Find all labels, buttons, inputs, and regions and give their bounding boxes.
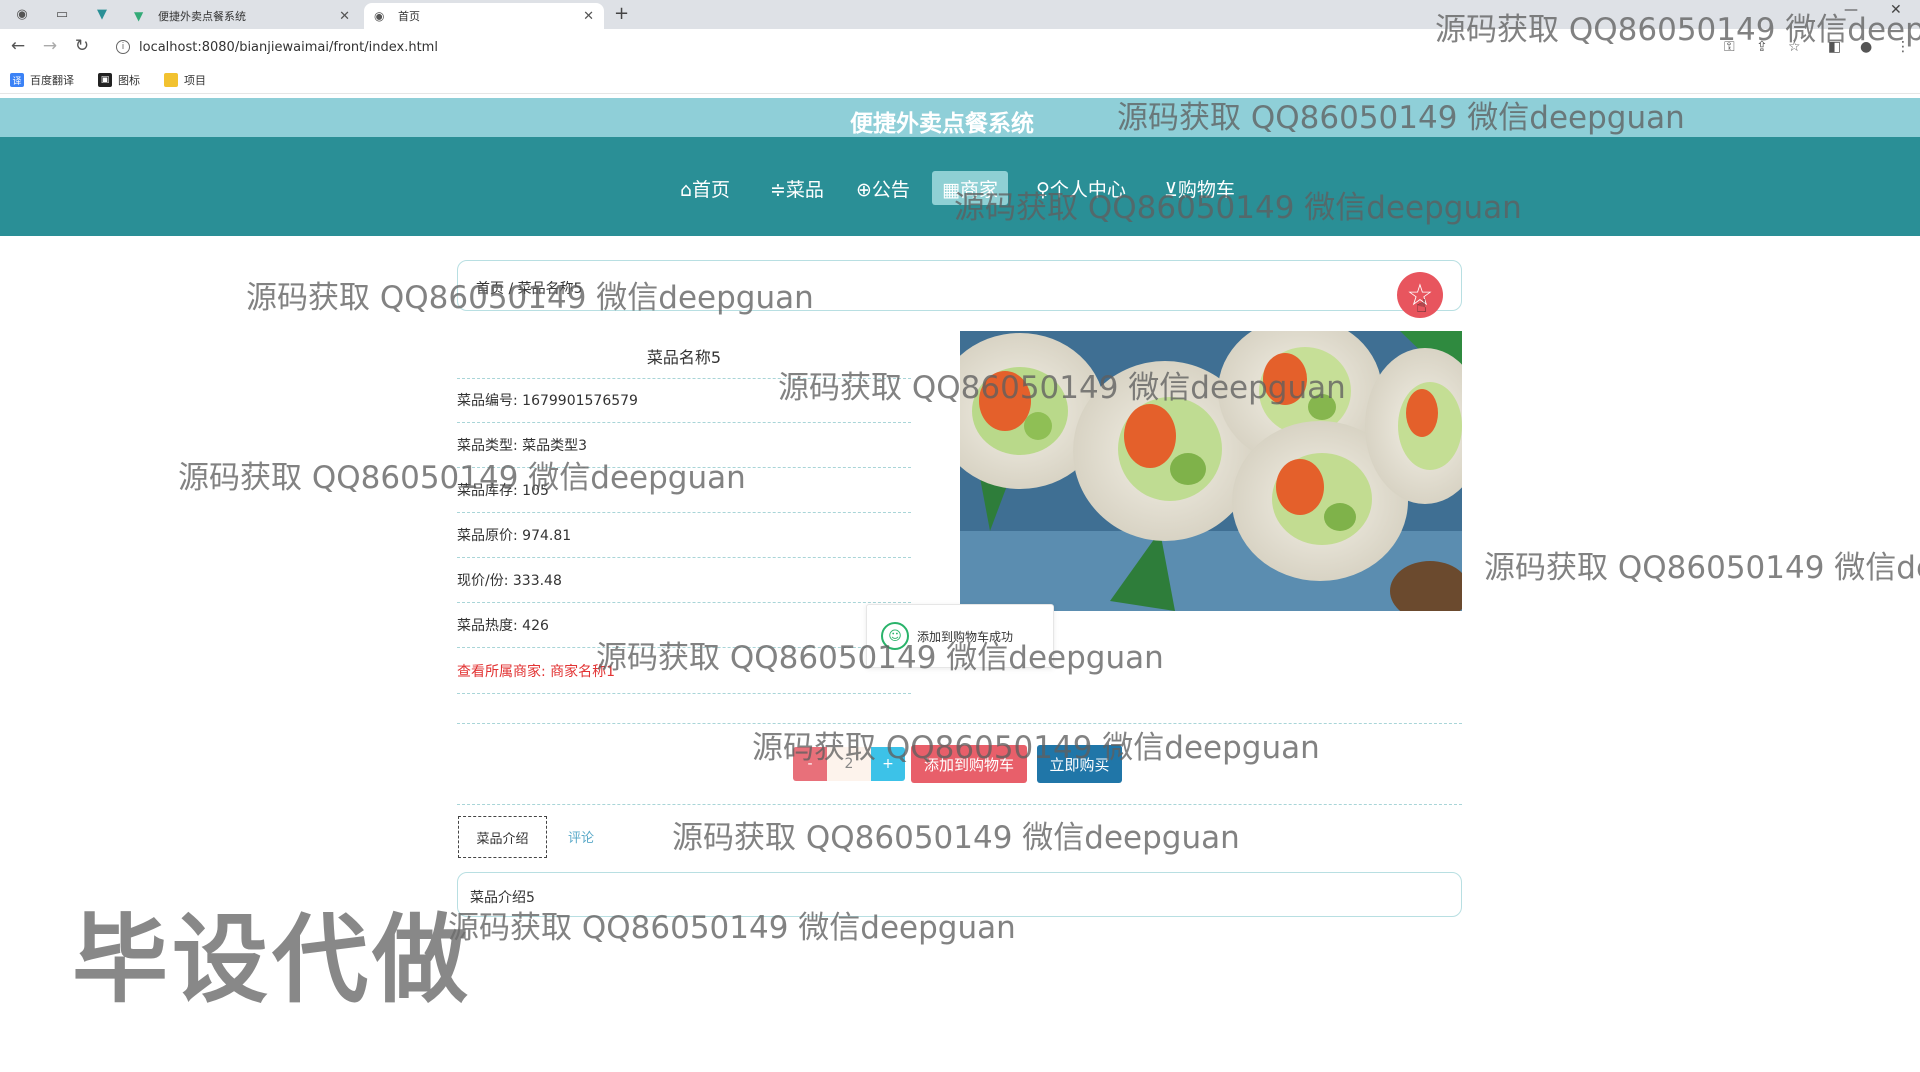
nav-user-center[interactable]: ♀个人中心 — [1026, 171, 1136, 205]
dish-original-price-row: 菜品原价: 974.81 — [457, 513, 911, 558]
dish-current-price-row: 现价/份: 333.48 — [457, 558, 911, 603]
dish-stock-row: 菜品库存: 105 — [457, 468, 911, 513]
site-title: 便捷外卖点餐系统 — [850, 111, 1034, 137]
watermark-big-text: 毕设代做 — [72, 904, 472, 1016]
success-toast: ☺ 添加到购物车成功 — [866, 604, 1054, 668]
new-tab-button[interactable]: + — [614, 3, 629, 24]
profile-icon[interactable]: ● — [1860, 39, 1872, 55]
browser-tab[interactable]: ▼ 便捷外卖点餐系统 ✕ — [124, 3, 360, 29]
hand-cursor-icon: ☝ — [1416, 296, 1427, 317]
dish-description: 菜品介绍5 — [457, 872, 1462, 917]
share-icon[interactable]: ⇪ — [1756, 39, 1768, 55]
translate-icon: 译 — [10, 73, 24, 87]
breadcrumb-text[interactable]: 首页 / 菜品名称5 — [476, 278, 583, 298]
vue-logo-icon: ▼ — [134, 9, 144, 23]
browser-tab-strip: ◉ ▭ ▼ ▼ 便捷外卖点餐系统 ✕ ◉ 首页 ✕ + — ✕ — [0, 0, 1920, 29]
info-icon[interactable]: i — [116, 40, 130, 54]
tab-reviews[interactable]: 评论 — [568, 827, 594, 846]
breadcrumb: 首页 / 菜品名称5 — [457, 260, 1462, 311]
dish-photo — [960, 331, 1462, 611]
reload-icon[interactable]: ↻ — [70, 36, 94, 56]
vue-tab-icon[interactable]: ▼ — [90, 3, 114, 25]
pinned-tab-icon[interactable]: ▭ — [50, 3, 74, 25]
close-window-icon[interactable]: ✕ — [1890, 2, 1902, 18]
watermark-text: 源码获取 QQ86050149 微信deepguan — [672, 820, 1240, 856]
nav-dishes[interactable]: ≑菜品 — [760, 171, 834, 205]
divider — [457, 804, 1462, 805]
sidepanel-icon[interactable]: ◧ — [1828, 39, 1841, 55]
add-to-cart-button[interactable]: 添加到购物车 — [911, 745, 1027, 783]
key-icon[interactable]: ⚿ — [1724, 39, 1735, 55]
site-header: 便捷外卖点餐系统 — [0, 98, 1920, 137]
star-bookmark-icon[interactable]: ☆ — [1788, 39, 1801, 55]
url-field[interactable]: i localhost:8080/bianjiewaimai/front/ind… — [106, 34, 1726, 60]
toast-message: 添加到购物车成功 — [917, 629, 1014, 644]
dish-heat-row: 菜品热度: 426 — [457, 603, 911, 648]
close-tab-icon[interactable]: ✕ — [339, 9, 350, 24]
globe-icon: ◉ — [374, 9, 385, 23]
main-nav: ⌂首页 ≑菜品 ⊕公告 ▦商家 ♀个人中心 ⊻购物车 — [0, 137, 1920, 236]
nav-merchants[interactable]: ▦商家 — [932, 171, 1008, 205]
image-icon: ▣ — [98, 73, 112, 87]
tab-dish-intro[interactable]: 菜品介绍 — [458, 816, 547, 858]
smile-check-icon: ☺ — [881, 622, 909, 650]
browser-menu-icon[interactable]: ◉ — [10, 3, 34, 25]
watermark-text: 源码获取 QQ86050149 微信deepguan — [1484, 550, 1920, 586]
quantity-minus-button[interactable]: - — [793, 747, 827, 781]
bookmark-item[interactable]: ▣ 图标 — [98, 72, 140, 88]
divider — [457, 723, 1462, 724]
nav-notices[interactable]: ⊕公告 — [846, 171, 920, 205]
bookmark-label: 百度翻译 — [30, 74, 74, 87]
buy-now-button[interactable]: 立即购买 — [1037, 745, 1122, 783]
nav-cart[interactable]: ⊻购物车 — [1154, 171, 1245, 205]
bookmark-label: 图标 — [118, 74, 140, 87]
nav-home[interactable]: ⌂首页 — [670, 171, 740, 205]
merchant-link[interactable]: 查看所属商家: 商家名称1 — [457, 648, 911, 694]
forward-arrow-icon[interactable]: → — [38, 36, 62, 56]
quantity-plus-button[interactable]: + — [871, 747, 905, 781]
tab-title: 便捷外卖点餐系统 — [158, 10, 246, 23]
tab-title: 首页 — [398, 10, 420, 23]
bookmark-item[interactable]: 项目 — [164, 72, 206, 88]
dish-id-row: 菜品编号: 1679901576579 — [457, 378, 911, 423]
dish-title: 菜品名称5 — [646, 348, 722, 367]
folder-icon — [164, 73, 178, 87]
more-menu-icon[interactable]: ⋮ — [1896, 39, 1910, 55]
quantity-input[interactable]: 2 — [827, 747, 871, 781]
bookmarks-bar: 译 百度翻译 ▣ 图标 项目 — [0, 65, 1920, 94]
minimize-icon[interactable]: — — [1844, 2, 1858, 18]
dish-type-row: 菜品类型: 菜品类型3 — [457, 423, 911, 468]
bookmark-label: 项目 — [184, 74, 206, 87]
address-bar-row: ← → ↻ i localhost:8080/bianjiewaimai/fro… — [0, 29, 1920, 65]
url-text: localhost:8080/bianjiewaimai/front/index… — [139, 39, 438, 55]
bookmark-item[interactable]: 译 百度翻译 — [10, 72, 74, 88]
close-tab-icon[interactable]: ✕ — [583, 9, 594, 24]
back-arrow-icon[interactable]: ← — [6, 36, 30, 56]
browser-tab-active[interactable]: ◉ 首页 ✕ — [364, 3, 604, 29]
